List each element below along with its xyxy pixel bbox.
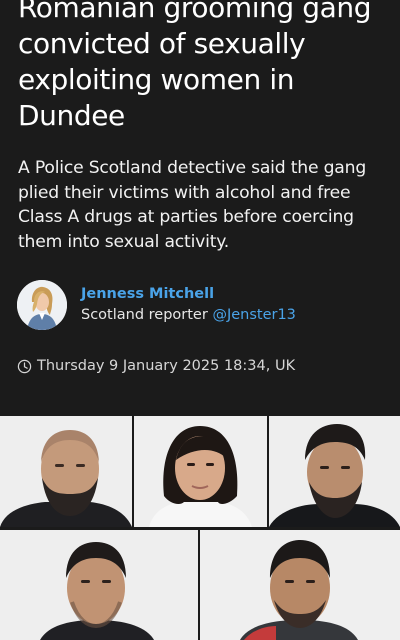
article-standfirst: A Police Scotland detective said the gan… [18, 158, 367, 252]
author-byline: Jenness Mitchell Scotland reporter @Jens… [17, 280, 387, 332]
author-role: Scotland reporter @Jenster13 [81, 305, 296, 325]
article-page: Romanian grooming gang convicted of sexu… [0, 0, 400, 640]
clock-icon [17, 359, 32, 373]
mugshot-5 [200, 530, 400, 640]
publish-timestamp: Thursday 9 January 2025 18:34, UK [17, 356, 295, 376]
timestamp-text: Thursday 9 January 2025 18:34, UK [37, 358, 296, 374]
author-avatar[interactable] [17, 280, 67, 330]
mugshot-4 [0, 530, 198, 640]
mugshot-3 [269, 416, 400, 527]
mugshot-1 [0, 416, 132, 527]
author-name-link[interactable]: Jenness Mitchell [81, 284, 214, 304]
article-headline: Romanian grooming gang convicted of sexu… [18, 0, 372, 132]
mugshot-2 [134, 416, 267, 527]
author-role-text: Scotland reporter [81, 307, 208, 323]
article-photo-collage[interactable] [0, 416, 400, 640]
author-twitter-handle[interactable]: @Jenster13 [212, 307, 295, 323]
